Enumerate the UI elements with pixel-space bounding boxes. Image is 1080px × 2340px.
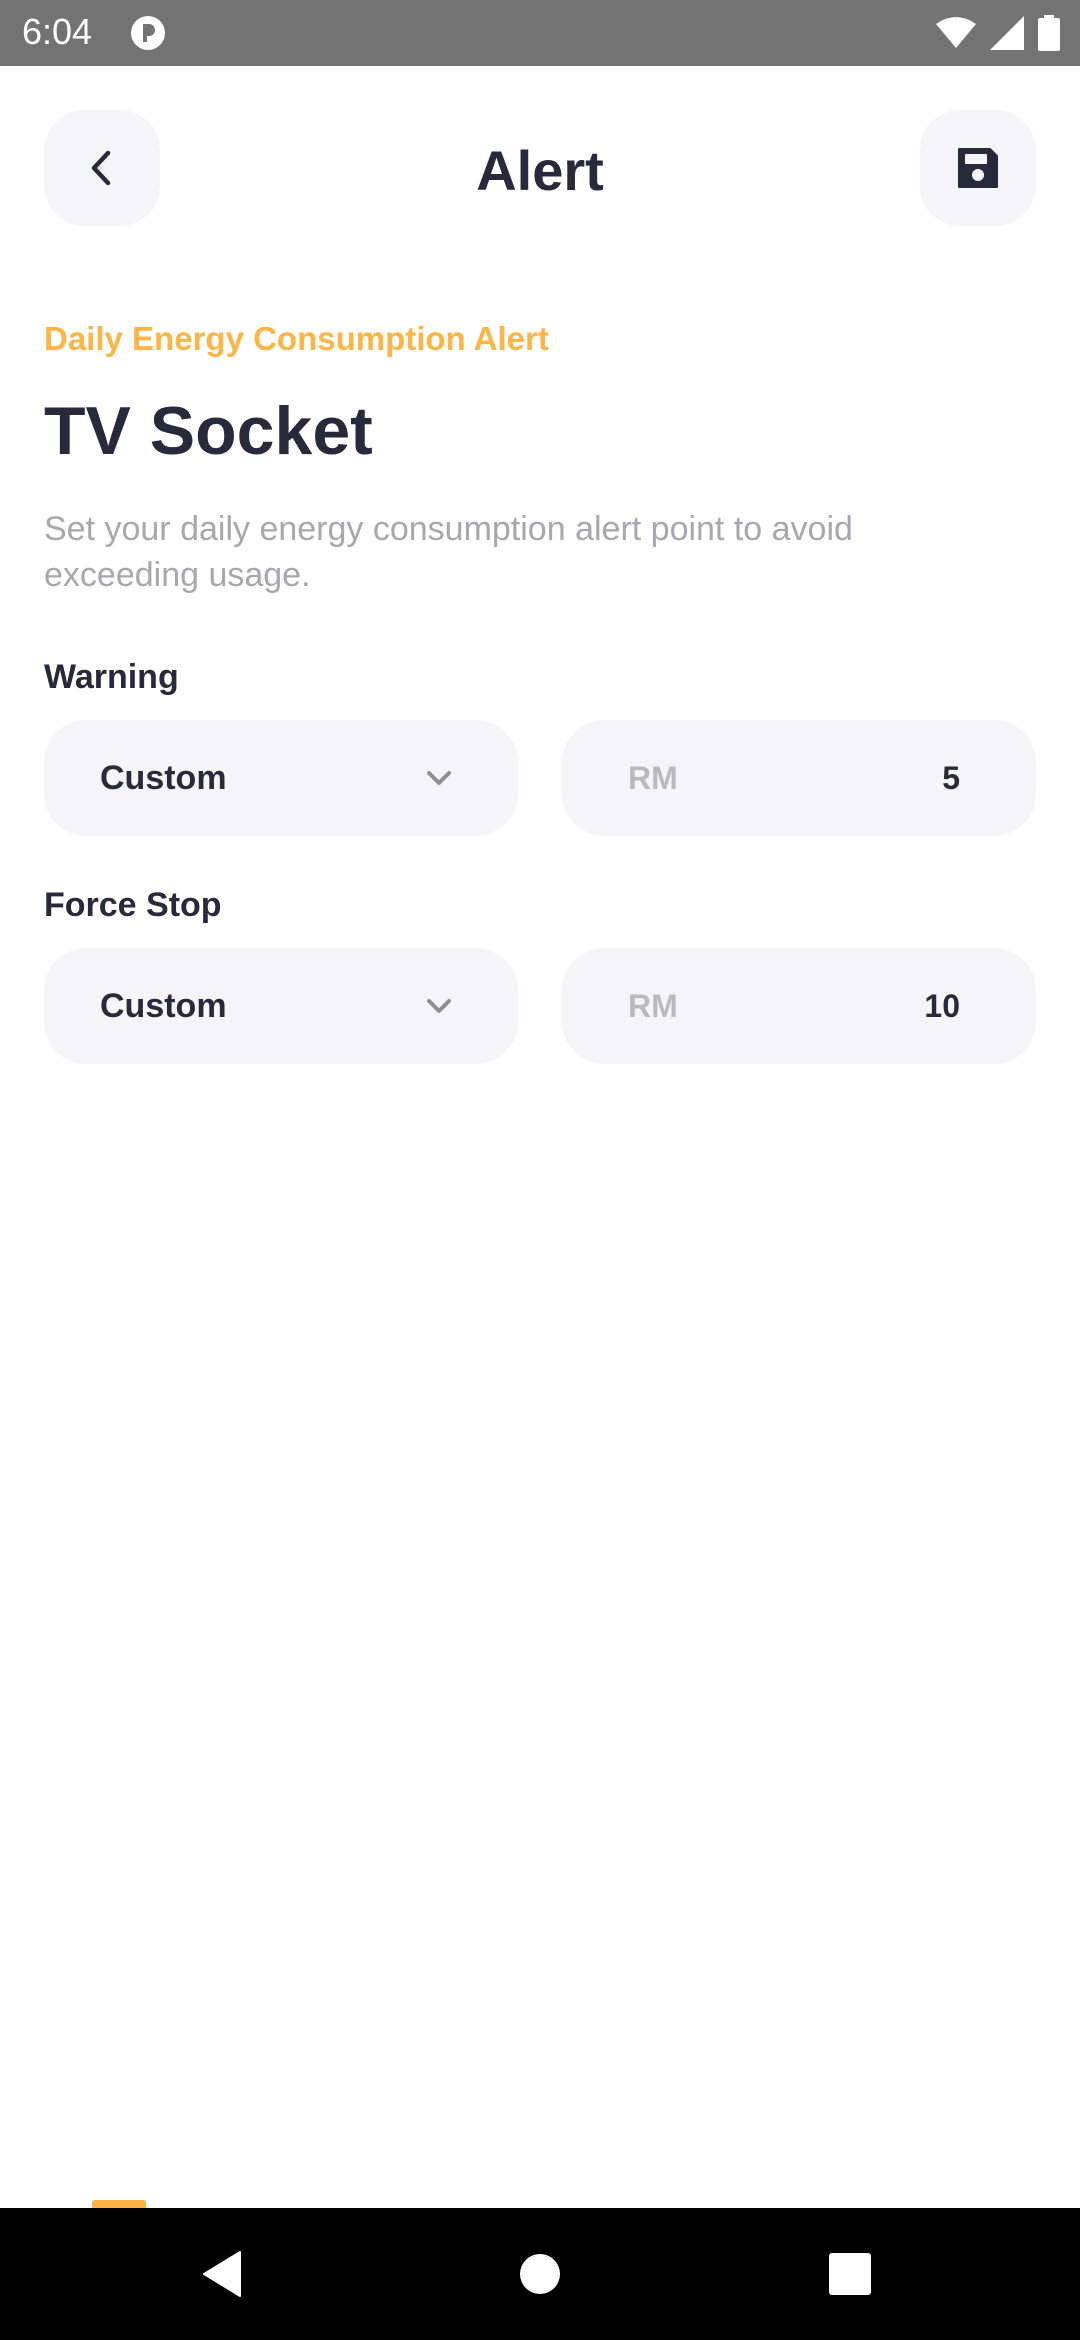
warning-mode-dropdown[interactable]: Custom bbox=[44, 720, 518, 836]
status-bar: 6:04 bbox=[0, 0, 1080, 66]
warning-amount-value: 5 bbox=[942, 759, 960, 796]
save-button[interactable] bbox=[920, 110, 1036, 226]
alert-description: Set your daily energy consumption alert … bbox=[44, 510, 853, 594]
header: Alert bbox=[0, 66, 1080, 266]
force-stop-currency-label: RM bbox=[628, 987, 678, 1024]
signal-icon bbox=[990, 16, 1024, 50]
force-stop-mode-dropdown[interactable]: Custom bbox=[44, 948, 518, 1064]
device-name: TV Socket bbox=[44, 393, 373, 469]
chevron-down-icon bbox=[427, 999, 451, 1013]
bottom-tab-indicator bbox=[92, 2200, 146, 2208]
status-icons bbox=[936, 14, 1060, 52]
pocket-icon bbox=[131, 16, 165, 50]
warning-currency-label: RM bbox=[628, 759, 678, 796]
wifi-icon bbox=[936, 17, 976, 48]
warning-amount-field[interactable]: RM 5 bbox=[562, 720, 1036, 836]
page-title: Alert bbox=[476, 139, 604, 202]
force-stop-label: Force Stop bbox=[44, 886, 222, 924]
back-triangle-icon[interactable] bbox=[196, 2246, 252, 2302]
warning-label: Warning bbox=[44, 658, 179, 696]
chevron-down-icon bbox=[427, 771, 451, 785]
floppy-disk-icon bbox=[958, 148, 998, 188]
force-stop-amount-field[interactable]: RM 10 bbox=[562, 948, 1036, 1064]
alert-type-label: Daily Energy Consumption Alert bbox=[44, 320, 549, 357]
system-nav-bar bbox=[0, 2208, 1080, 2340]
force-stop-mode-value: Custom bbox=[100, 986, 227, 1025]
warning-mode-value: Custom bbox=[100, 758, 227, 797]
status-time: 6:04 bbox=[22, 11, 93, 52]
home-circle-icon[interactable] bbox=[512, 2246, 568, 2302]
battery-icon bbox=[1038, 15, 1060, 51]
force-stop-amount-value: 10 bbox=[924, 987, 960, 1024]
recents-square-icon[interactable] bbox=[822, 2246, 878, 2302]
